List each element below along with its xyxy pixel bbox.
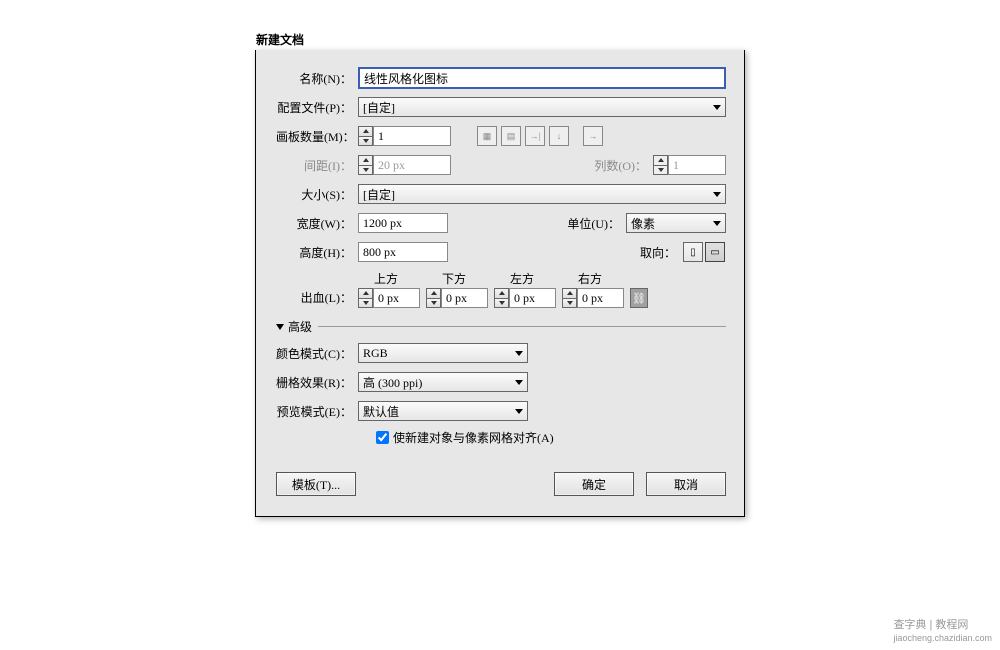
height-label: 高度(H)：	[276, 244, 358, 261]
chevron-down-icon	[515, 380, 523, 385]
preview-select[interactable]: 默认值	[358, 401, 528, 421]
spinner-up-icon	[653, 155, 668, 165]
bleed-left-spinner[interactable]	[494, 288, 556, 308]
spinner-down-icon	[358, 165, 373, 176]
color-mode-select[interactable]: RGB	[358, 343, 528, 363]
bleed-top-spinner[interactable]	[358, 288, 420, 308]
dialog-title: 新建文档	[256, 31, 304, 48]
template-button[interactable]: 模板(T)...	[276, 472, 356, 496]
preview-label: 预览模式(E)：	[276, 403, 358, 420]
direction-icon[interactable]: →	[583, 126, 603, 146]
units-label: 单位(U)：	[567, 215, 626, 232]
orientation-label: 取向：	[640, 244, 682, 261]
artboards-spinner[interactable]	[358, 126, 451, 146]
advanced-section-toggle[interactable]: 高级	[276, 318, 726, 335]
spinner-up-icon[interactable]	[358, 288, 373, 298]
ok-button[interactable]: 确定	[554, 472, 634, 496]
spinner-down-icon[interactable]	[426, 298, 441, 309]
artboard-layout-icons: ▦ ▤ →| ↓	[477, 126, 569, 146]
units-select[interactable]: 像素	[626, 213, 726, 233]
color-mode-label: 颜色模式(C)：	[276, 345, 358, 362]
size-label: 大小(S)：	[276, 186, 358, 203]
spinner-up-icon[interactable]	[494, 288, 509, 298]
bleed-label: 出血(L)：	[276, 289, 358, 306]
bleed-right-label: 右方	[562, 270, 624, 287]
profile-label: 配置文件(P)：	[276, 99, 358, 116]
artboards-label: 画板数量(M)：	[276, 128, 358, 145]
spinner-down-icon[interactable]	[494, 298, 509, 309]
advanced-label: 高级	[288, 318, 312, 335]
grid-cols-icon[interactable]: ▤	[501, 126, 521, 146]
columns-spinner	[653, 155, 726, 175]
name-label: 名称(N)：	[276, 70, 358, 87]
size-select[interactable]: [自定]	[358, 184, 726, 204]
chevron-down-icon	[713, 221, 721, 226]
raster-select[interactable]: 高 (300 ppi)	[358, 372, 528, 392]
width-label: 宽度(W)：	[276, 215, 358, 232]
col-arrange-icon[interactable]: ↓	[549, 126, 569, 146]
spinner-up-icon[interactable]	[426, 288, 441, 298]
orientation-portrait-button[interactable]: ▯	[683, 242, 703, 262]
bleed-bottom-label: 下方	[426, 270, 488, 287]
chevron-down-icon	[515, 351, 523, 356]
raster-label: 栅格效果(R)：	[276, 374, 358, 391]
chevron-down-icon	[515, 409, 523, 414]
spinner-down-icon[interactable]	[358, 136, 373, 147]
size-value: [自定]	[363, 186, 395, 203]
grid-rows-icon[interactable]: ▦	[477, 126, 497, 146]
profile-value: [自定]	[363, 99, 395, 116]
columns-label: 列数(O)：	[594, 157, 653, 174]
chevron-down-icon	[713, 105, 721, 110]
new-document-dialog: 新建文档 名称(N)： 配置文件(P)： [自定] 画板数量(M)：	[255, 50, 745, 517]
bleed-right-input[interactable]	[577, 288, 624, 308]
name-input[interactable]	[358, 67, 726, 89]
height-input[interactable]	[358, 242, 448, 262]
units-value: 像素	[631, 215, 655, 232]
spacing-label: 间距(I)：	[276, 157, 358, 174]
bleed-bottom-spinner[interactable]	[426, 288, 488, 308]
profile-select[interactable]: [自定]	[358, 97, 726, 117]
color-mode-value: RGB	[363, 346, 388, 361]
link-values-button[interactable]: ⛓	[630, 288, 648, 308]
align-pixel-grid-checkbox[interactable]	[376, 431, 389, 444]
raster-value: 高 (300 ppi)	[363, 374, 422, 391]
align-checkbox-label: 使新建对象与像素网格对齐(A)	[393, 429, 554, 446]
width-input[interactable]	[358, 213, 448, 233]
artboards-input[interactable]	[373, 126, 451, 146]
spinner-down-icon[interactable]	[562, 298, 577, 309]
spinner-down-icon	[653, 165, 668, 176]
spinner-up-icon[interactable]	[562, 288, 577, 298]
cancel-button[interactable]: 取消	[646, 472, 726, 496]
columns-input	[668, 155, 726, 175]
bleed-left-label: 左方	[494, 270, 556, 287]
bleed-top-label: 上方	[358, 270, 420, 287]
bleed-bottom-input[interactable]	[441, 288, 488, 308]
watermark: 查字典 | 教程网 jiaocheng.chazidian.com	[893, 616, 992, 644]
triangle-down-icon	[276, 324, 284, 330]
orientation-landscape-button[interactable]: ▭	[705, 242, 725, 262]
row-arrange-icon[interactable]: →|	[525, 126, 545, 146]
spinner-up-icon[interactable]	[358, 126, 373, 136]
bleed-left-input[interactable]	[509, 288, 556, 308]
spacing-input	[373, 155, 451, 175]
spinner-up-icon	[358, 155, 373, 165]
chevron-down-icon	[713, 192, 721, 197]
bleed-right-spinner[interactable]	[562, 288, 624, 308]
spacing-spinner	[358, 155, 451, 175]
bleed-top-input[interactable]	[373, 288, 420, 308]
spinner-down-icon[interactable]	[358, 298, 373, 309]
preview-value: 默认值	[363, 403, 399, 420]
